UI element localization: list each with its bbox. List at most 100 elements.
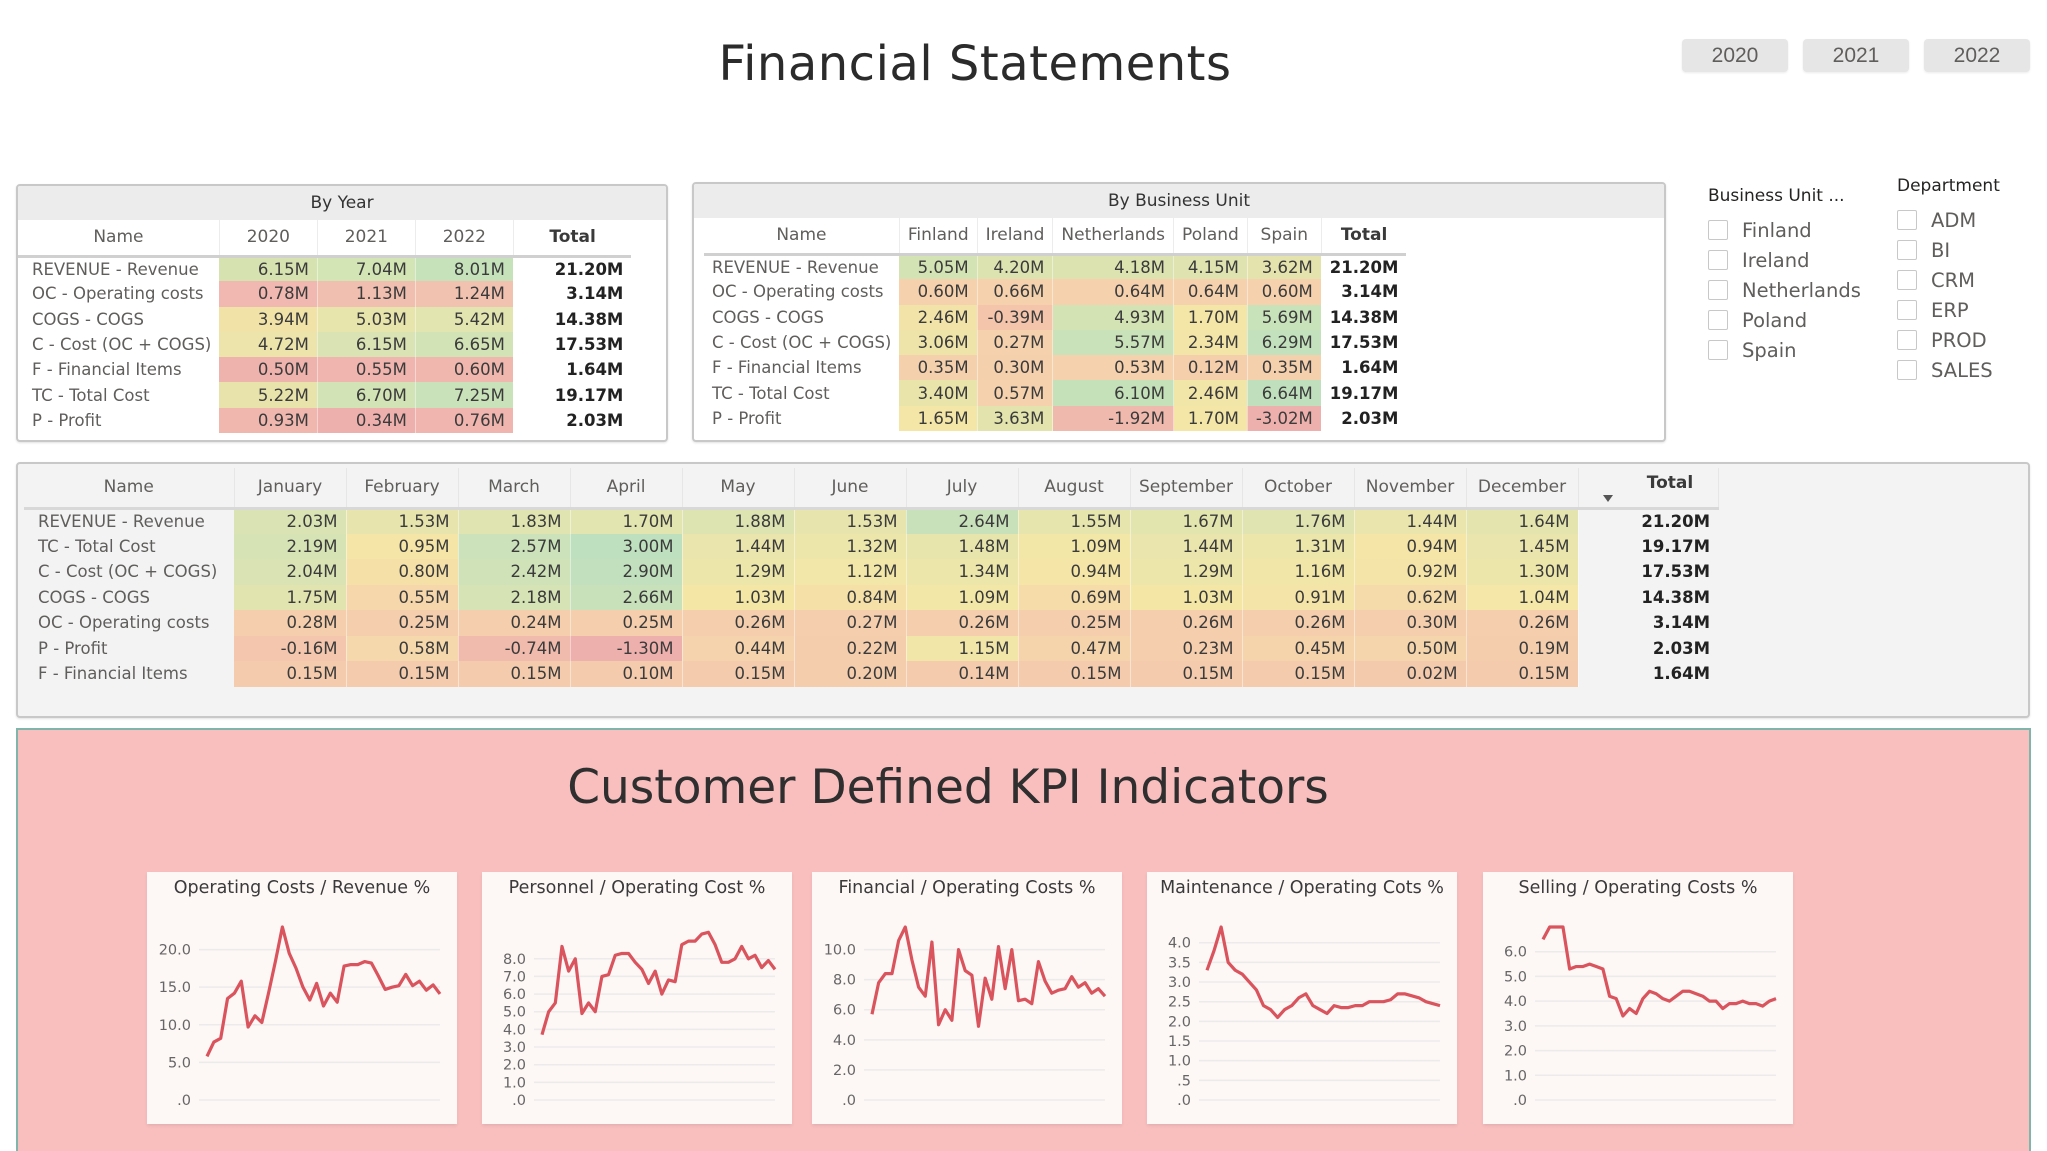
cell-value: 1.32M [794,533,907,559]
slicer-option-erp[interactable]: ERP [1897,295,2000,325]
table-row[interactable]: C - Cost (OC + COGS) 2.04M 0.80M 2.42M 2.90M… [24,559,1718,585]
cell-value: 0.25M [346,610,459,636]
column-header-ireland[interactable]: Ireland [977,218,1054,256]
slicer-option-ireland[interactable]: Ireland [1708,245,1861,275]
slicer-option-netherlands[interactable]: Netherlands [1708,275,1861,305]
cell-value: 0.26M [1466,610,1579,636]
column-header-september[interactable]: September [1130,468,1243,510]
row-total: 21.20M [1329,257,1399,277]
table-row[interactable]: REVENUE - Revenue 6.15M 7.04M 8.01M 21.20M [18,256,631,282]
y-tick-label: 7.0 [503,969,526,985]
slicer-option-adm[interactable]: ADM [1897,205,2000,235]
column-header-2021[interactable]: 2021 [317,220,416,258]
row-total: 1.64M [566,360,624,380]
y-tick-label: 2.0 [833,1063,856,1079]
table-row[interactable]: COGS - COGS 2.46M -0.39M 4.93M 1.70M 5.69M 14.… [704,304,1406,330]
table-row[interactable]: P - Profit -0.16M 0.58M -0.74M -1.30M 0.44M 0.… [24,635,1718,661]
cell-value: 5.05M [899,254,978,280]
table-row[interactable]: COGS - COGS 3.94M 5.03M 5.42M 14.38M [18,306,631,332]
table-row[interactable]: F - Financial Items 0.35M 0.30M 0.53M 0.12M 0… [704,355,1406,381]
cell-value: 3.40M [899,380,978,406]
table-row[interactable]: F - Financial Items 0.15M 0.15M 0.15M 0.10M 0… [24,661,1718,687]
column-header-name[interactable]: Name [704,218,900,256]
column-header-february[interactable]: February [346,468,459,510]
column-header-march[interactable]: March [458,468,571,510]
column-header-august[interactable]: August [1018,468,1131,510]
table-row[interactable]: P - Profit 0.93M 0.34M 0.76M 2.03M [18,407,631,434]
column-header-january[interactable]: January [234,468,347,510]
table-row[interactable]: TC - Total Cost 3.40M 0.57M 6.10M 2.46M 6.64M… [704,380,1406,406]
slicer-option-sales[interactable]: SALES [1897,355,2000,385]
slicer-option-finland[interactable]: Finland [1708,215,1861,245]
cell-value: 0.20M [794,661,907,687]
year-button-2020[interactable]: 2020 [1682,39,1788,72]
year-button-2021[interactable]: 2021 [1803,39,1909,72]
column-header-name[interactable]: Name [24,468,235,510]
column-header-spain[interactable]: Spain [1247,218,1322,256]
slicer-option-prod[interactable]: PROD [1897,325,2000,355]
checkbox[interactable] [1708,280,1728,300]
sort-desc-icon[interactable] [1602,494,1613,502]
kpi-series-line[interactable] [1541,925,1777,1018]
column-header-july[interactable]: July [906,468,1019,510]
checkbox[interactable] [1897,300,1917,320]
y-tick-label: 5.0 [503,1005,526,1021]
checkbox[interactable] [1897,240,1917,260]
cell-value: 4.72M [219,331,318,358]
kpi-series-line[interactable] [1205,925,1441,1020]
cell-value: 0.64M [1173,279,1248,305]
slicer-option-crm[interactable]: CRM [1897,265,2000,295]
cell-value: 0.69M [1018,584,1131,610]
department-slicer-title: Department [1897,176,2000,196]
table-row[interactable]: OC - Operating costs 0.60M 0.66M 0.64M 0.64M… [704,279,1406,305]
kpi-series-line[interactable] [205,925,442,1058]
table-row[interactable]: F - Financial Items 0.50M 0.55M 0.60M 1.64M [18,357,631,383]
column-header-poland[interactable]: Poland [1173,218,1248,256]
column-header-finland[interactable]: Finland [899,218,978,256]
table-row[interactable]: C - Cost (OC + COGS) 4.72M 6.15M 6.65M 17.53… [18,331,631,358]
column-header-april[interactable]: April [570,468,683,510]
row-label: REVENUE - Revenue [32,259,199,279]
column-header-name[interactable]: Name [18,220,220,258]
cell-value: 2.57M [458,533,571,559]
column-header-june[interactable]: June [794,468,907,510]
table-row[interactable]: C - Cost (OC + COGS) 3.06M 0.27M 5.57M 2.34M… [704,329,1406,356]
column-header-2020[interactable]: 2020 [219,220,318,258]
cell-value: 0.15M [234,661,347,687]
column-header-total[interactable]: Total [1321,218,1407,256]
table-row[interactable]: REVENUE - Revenue 2.03M 1.53M 1.83M 1.70M 1.8… [24,508,1718,534]
year-button-2022[interactable]: 2022 [1924,39,2030,72]
checkbox[interactable] [1708,310,1728,330]
table-row[interactable]: P - Profit 1.65M 3.63M -1.92M 1.70M -3.02M 2.0… [704,405,1406,432]
table-row[interactable]: TC - Total Cost 5.22M 6.70M 7.25M 19.17M [18,382,631,408]
column-header-november[interactable]: November [1354,468,1467,510]
checkbox[interactable] [1708,220,1728,240]
kpi-series-line[interactable] [870,925,1107,1028]
checkbox[interactable] [1897,330,1917,350]
checkbox[interactable] [1897,210,1917,230]
column-header-2022[interactable]: 2022 [415,220,514,258]
checkbox[interactable] [1897,270,1917,290]
checkbox[interactable] [1708,340,1728,360]
slicer-option-label: Finland [1742,218,1812,242]
checkbox[interactable] [1897,360,1917,380]
table-row[interactable]: REVENUE - Revenue 5.05M 4.20M 4.18M 4.15M 3.6… [704,254,1406,280]
column-header-total[interactable]: Total [1578,468,1719,510]
column-header-december[interactable]: December [1466,468,1579,510]
slicer-option-poland[interactable]: Poland [1708,305,1861,335]
column-header-may[interactable]: May [682,468,795,510]
table-row[interactable]: TC - Total Cost 2.19M 0.95M 2.57M 3.00M 1.44M… [24,533,1718,559]
slicer-option-bi[interactable]: BI [1897,235,2000,265]
table-row[interactable]: OC - Operating costs 0.78M 1.13M 1.24M 3.14M [18,281,631,307]
column-header-october[interactable]: October [1242,468,1355,510]
kpi-series-line[interactable] [540,930,777,1036]
column-header-netherlands[interactable]: Netherlands [1052,218,1175,256]
table-row[interactable]: COGS - COGS 1.75M 0.55M 2.18M 2.66M 1.03M 0.84… [24,584,1718,610]
checkbox[interactable] [1708,250,1728,270]
table-row[interactable]: OC - Operating costs 0.28M 0.25M 0.24M 0.25M… [24,610,1718,636]
cell-value: 0.78M [219,281,318,307]
row-total: 17.53M [554,335,624,355]
column-header-total[interactable]: Total [513,220,632,258]
cell-value: 0.50M [1354,635,1467,661]
slicer-option-spain[interactable]: Spain [1708,335,1861,365]
